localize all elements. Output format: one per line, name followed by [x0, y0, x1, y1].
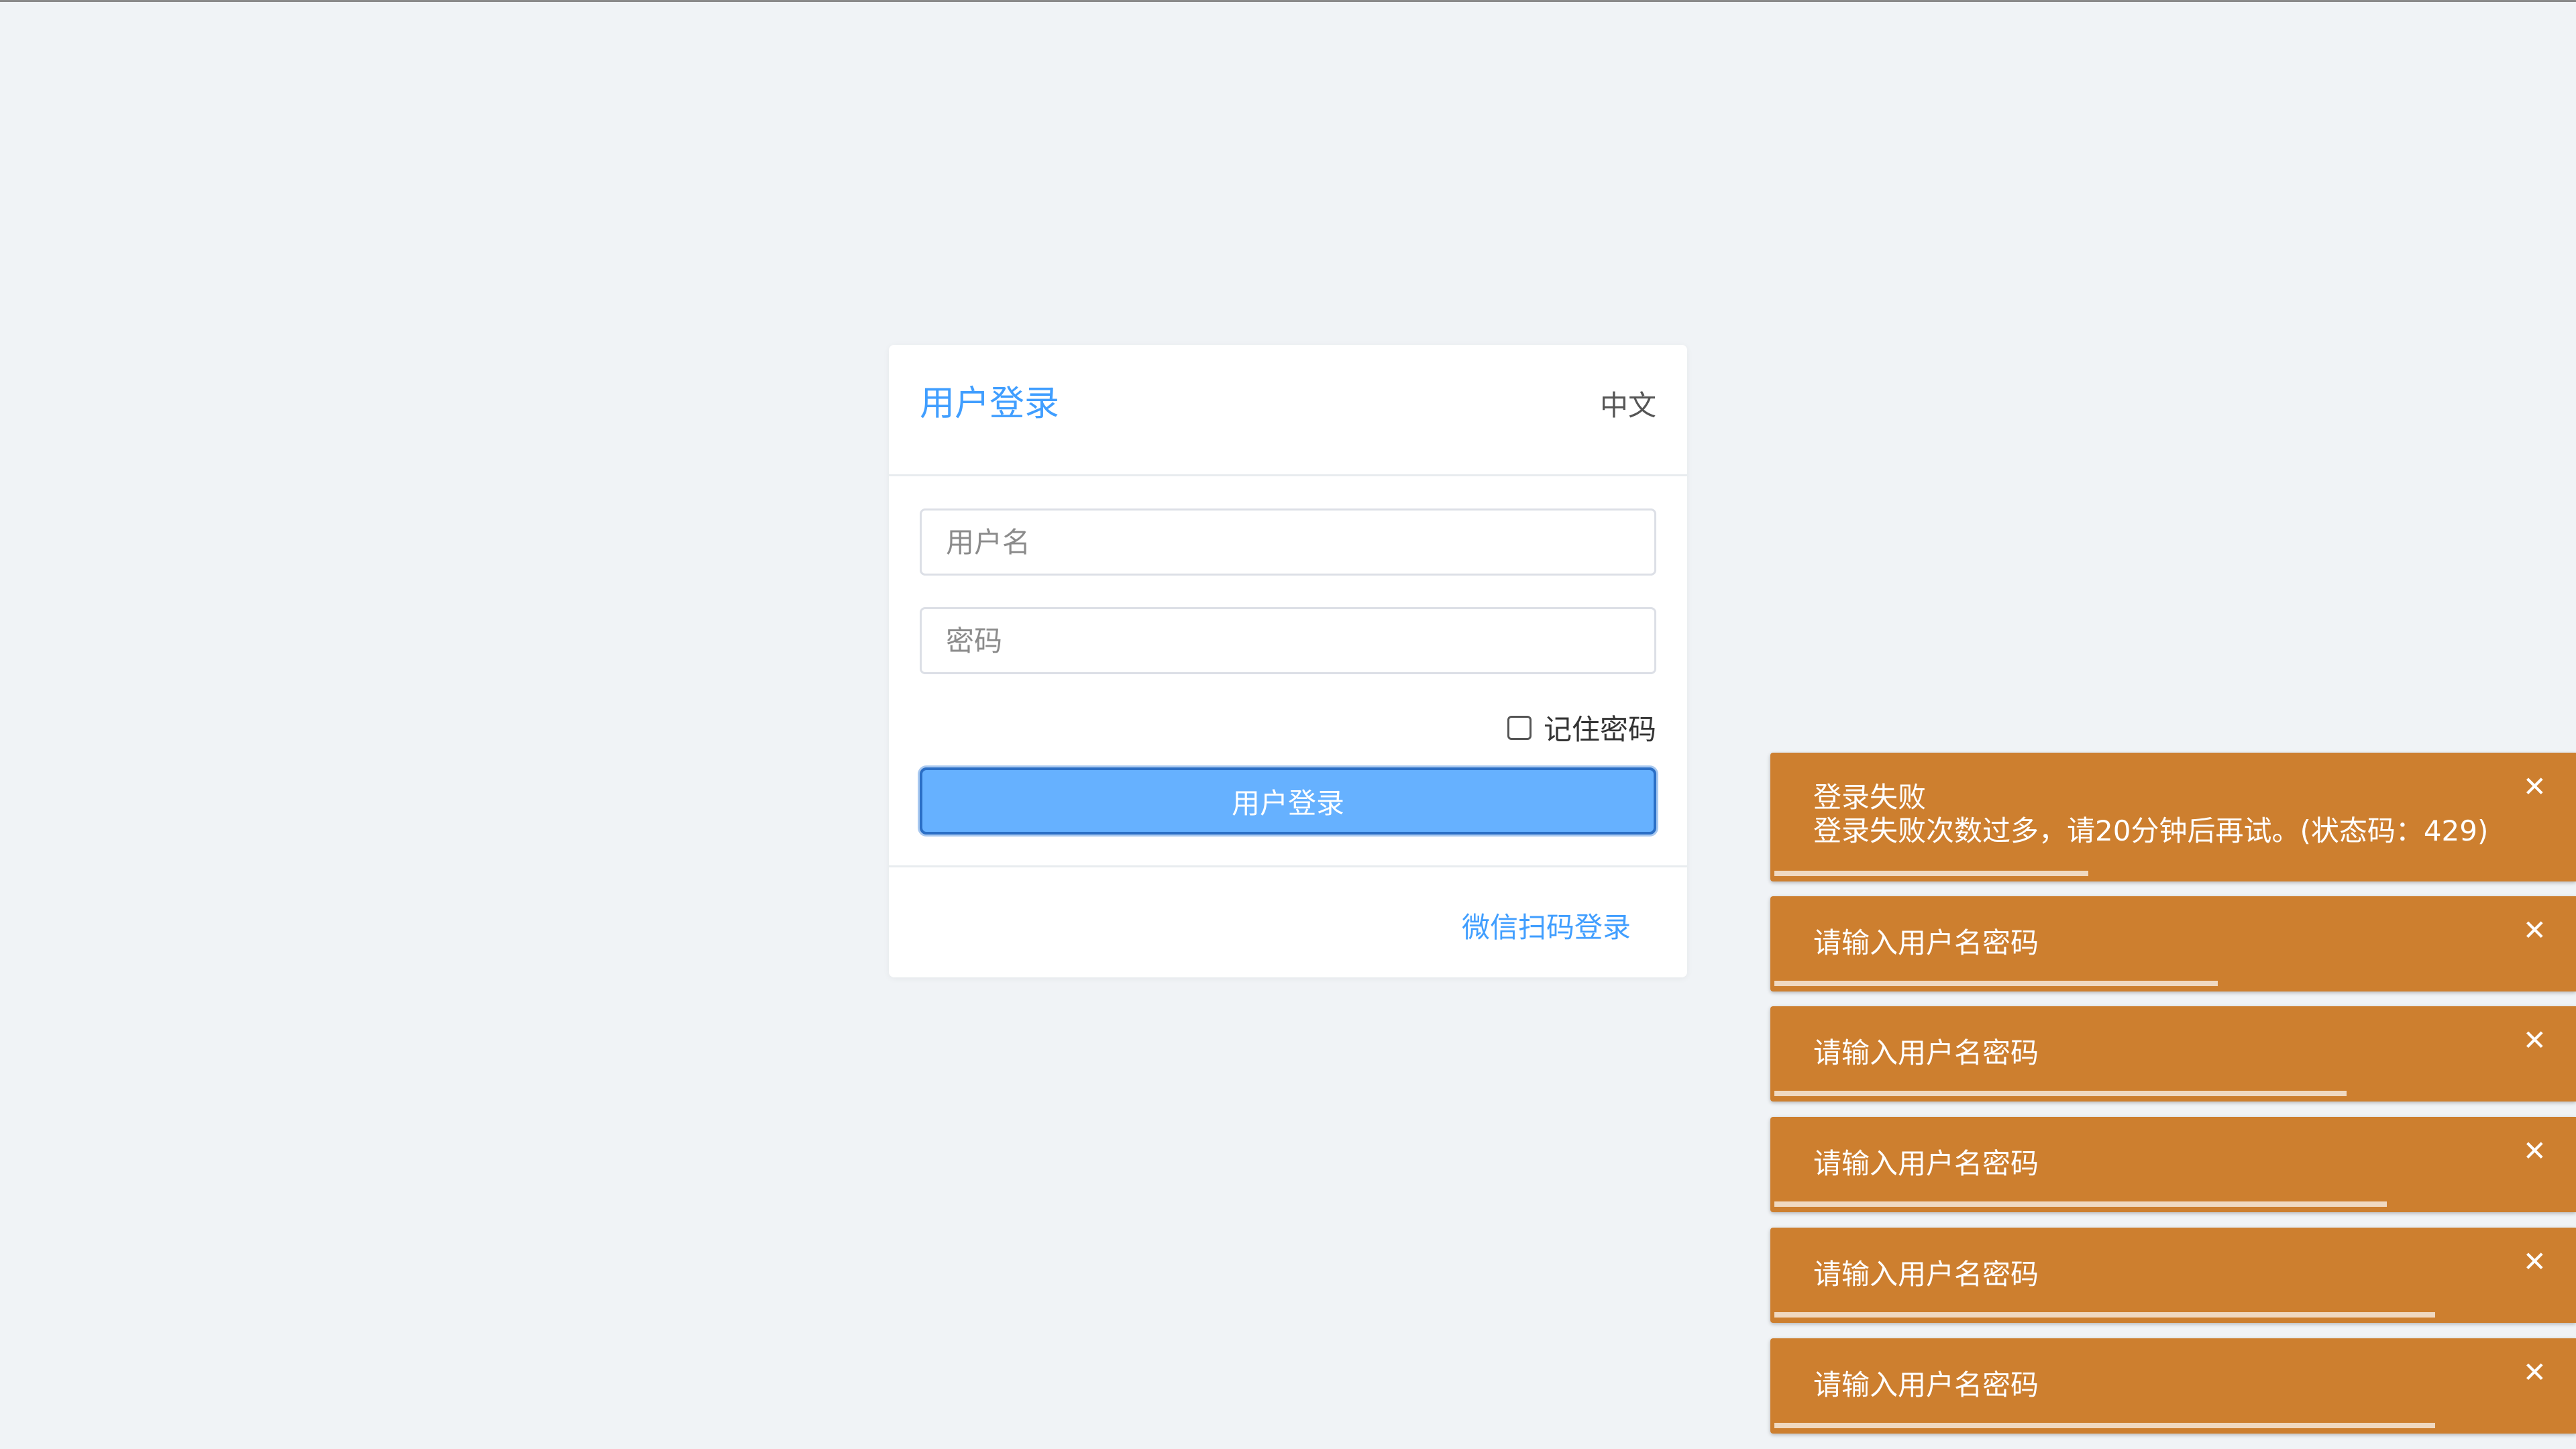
- language-switch[interactable]: 中文: [1600, 392, 1656, 420]
- toast-progress-track: [1770, 981, 2576, 986]
- toast-progress-bar: [1774, 981, 2218, 986]
- top-border: [0, 0, 2576, 2]
- remember-label[interactable]: 记住密码: [1544, 707, 1656, 748]
- login-card: 用户登录 中文 记住密码 用户登录 微信扫码登录: [889, 345, 1687, 977]
- username-input[interactable]: [922, 511, 1654, 574]
- page-title: 用户登录: [920, 384, 1060, 424]
- toast-message: 请输入用户名密码: [1813, 1368, 2039, 1401]
- toast-login-failed: 登录失败 登录失败次数过多，请20分钟后再试。(状态码：429) ✕: [1770, 753, 2576, 881]
- close-icon[interactable]: ✕: [2523, 773, 2546, 801]
- toast-progress-track: [1770, 1201, 2576, 1207]
- login-button[interactable]: 用户登录: [920, 767, 1656, 835]
- close-icon[interactable]: ✕: [2523, 1248, 2546, 1276]
- toast-progress-bar: [1774, 1201, 2387, 1207]
- password-field[interactable]: [920, 607, 1656, 674]
- toast-input-required: 请输入用户名密码 ✕: [1770, 1006, 2576, 1102]
- close-icon[interactable]: ✕: [2523, 1358, 2546, 1387]
- close-icon[interactable]: ✕: [2523, 1026, 2546, 1055]
- remember-password[interactable]: 记住密码: [1507, 707, 1656, 748]
- password-input[interactable]: [922, 609, 1654, 672]
- wechat-login-link[interactable]: 微信扫码登录: [1462, 905, 1631, 946]
- toast-progress-bar: [1774, 1423, 2435, 1428]
- login-card-header: 用户登录 中文: [889, 345, 1687, 476]
- close-icon[interactable]: ✕: [2523, 1137, 2546, 1165]
- toast-message: 请输入用户名密码: [1813, 1147, 2039, 1180]
- toast-progress-bar: [1774, 1091, 2347, 1096]
- toast-progress-track: [1770, 871, 2576, 876]
- toast-input-required: 请输入用户名密码 ✕: [1770, 1338, 2576, 1434]
- toast-input-required: 请输入用户名密码 ✕: [1770, 1117, 2576, 1212]
- toast-message: 请输入用户名密码: [1813, 1036, 2039, 1069]
- toast-title: 登录失败: [1813, 781, 1927, 814]
- toast-progress-track: [1770, 1423, 2576, 1428]
- toast-message: 请输入用户名密码: [1813, 926, 2039, 959]
- toast-input-required: 请输入用户名密码 ✕: [1770, 896, 2576, 991]
- toast-input-required: 请输入用户名密码 ✕: [1770, 1228, 2576, 1323]
- toast-message: 请输入用户名密码: [1813, 1258, 2039, 1291]
- username-field[interactable]: [920, 508, 1656, 576]
- close-icon[interactable]: ✕: [2523, 916, 2546, 945]
- login-card-footer: 微信扫码登录: [889, 865, 1687, 977]
- toast-progress-track: [1770, 1312, 2576, 1318]
- toast-progress-track: [1770, 1091, 2576, 1096]
- toast-progress-bar: [1774, 1312, 2435, 1318]
- remember-checkbox[interactable]: [1507, 715, 1532, 740]
- toast-progress-bar: [1774, 871, 2089, 876]
- toast-message: 登录失败次数过多，请20分钟后再试。(状态码：429): [1813, 814, 2489, 847]
